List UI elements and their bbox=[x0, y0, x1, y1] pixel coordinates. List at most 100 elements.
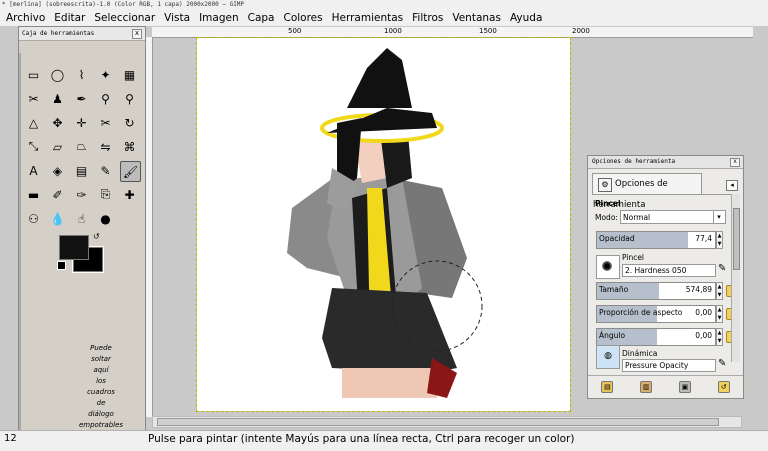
cage-icon[interactable]: ⌘ bbox=[120, 137, 139, 156]
foreground-select-icon[interactable]: ♟ bbox=[48, 89, 67, 108]
image-canvas[interactable] bbox=[196, 37, 571, 412]
aspect-ratio-slider[interactable]: Proporción de aspecto 0,00 bbox=[596, 305, 716, 323]
heal-icon[interactable]: ✚ bbox=[120, 185, 139, 204]
blend-icon[interactable]: ▤ bbox=[72, 161, 91, 180]
ink-icon[interactable]: ✑ bbox=[72, 185, 91, 204]
edit-dynamics-icon[interactable]: ✎ bbox=[718, 358, 726, 369]
smudge-icon[interactable]: ☝ bbox=[72, 209, 91, 228]
window-title: * [merlina] (sobreescrita)-1.0 (Color RG… bbox=[0, 0, 768, 9]
reset-colors-icon[interactable] bbox=[57, 261, 66, 270]
horizontal-ruler[interactable]: 500 1000 1500 2000 bbox=[152, 27, 753, 38]
opacity-stepper[interactable]: ▲ ▼ bbox=[716, 231, 723, 249]
scrollbar-thumb[interactable] bbox=[157, 418, 719, 426]
menu-colores[interactable]: Colores bbox=[277, 12, 325, 24]
chevron-down-icon[interactable]: ▾ bbox=[713, 211, 724, 223]
vertical-ruler[interactable] bbox=[146, 37, 153, 417]
airbrush-icon[interactable]: ✐ bbox=[48, 185, 67, 204]
toolbox-scrollbar[interactable] bbox=[19, 53, 21, 445]
eraser-icon[interactable]: ▬ bbox=[24, 185, 43, 204]
menu-imagen[interactable]: Imagen bbox=[193, 12, 242, 24]
menu-herramientas[interactable]: Herramientas bbox=[326, 12, 407, 24]
measure-icon[interactable]: △ bbox=[24, 113, 43, 132]
mode-select[interactable]: Normal ▾ bbox=[620, 210, 726, 224]
perspective-icon[interactable]: ⏢ bbox=[72, 137, 91, 156]
menu-capa[interactable]: Capa bbox=[242, 12, 278, 24]
perspective-clone-icon[interactable]: ⚇ bbox=[24, 209, 43, 228]
size-slider[interactable]: Tamaño 574,89 bbox=[596, 282, 716, 300]
reset-options-icon[interactable]: ↺ bbox=[717, 381, 730, 393]
scrollbar-thumb[interactable] bbox=[733, 208, 740, 270]
tool-options-tab-icon: ⚙ bbox=[598, 178, 612, 192]
shear-icon[interactable]: ▱ bbox=[48, 137, 67, 156]
paintbrush-icon[interactable]: 🖌 bbox=[120, 161, 141, 182]
rotate-icon[interactable]: ↻ bbox=[120, 113, 139, 132]
tab-menu-icon[interactable]: ◂ bbox=[726, 180, 738, 191]
dodge-burn-icon[interactable]: ● bbox=[96, 209, 115, 228]
brush-name-field[interactable]: 2. Hardness 050 bbox=[622, 264, 716, 277]
artwork-witch-illustration bbox=[287, 48, 483, 398]
drop-hint-line: los bbox=[96, 377, 106, 385]
text-icon[interactable]: A bbox=[24, 161, 43, 180]
delete-options-icon[interactable]: ▣ bbox=[678, 381, 691, 393]
mode-label: Modo: bbox=[595, 213, 618, 222]
close-icon[interactable]: x bbox=[730, 158, 740, 167]
align-icon[interactable]: ✛ bbox=[72, 113, 91, 132]
crop-icon[interactable]: ✂ bbox=[96, 113, 115, 132]
ellipse-select-icon[interactable]: ◯ bbox=[48, 65, 67, 84]
zoom-icon[interactable]: ⚲ bbox=[120, 89, 139, 108]
dynamics-icon[interactable]: ◍ bbox=[596, 345, 620, 369]
clone-icon[interactable]: ⎘ bbox=[96, 185, 115, 204]
zoom-level[interactable]: 12 bbox=[4, 433, 17, 444]
drop-hint-line: soltar bbox=[91, 355, 111, 363]
color-picker-icon[interactable]: ⚲ bbox=[96, 89, 115, 108]
edit-brush-icon[interactable]: ✎ bbox=[718, 263, 726, 274]
dynamics-field[interactable]: Pressure Opacity bbox=[622, 359, 716, 372]
color-area[interactable]: ↺ bbox=[57, 232, 107, 273]
select-by-color-icon[interactable]: ▦ bbox=[120, 65, 139, 84]
ruler-tick: 500 bbox=[288, 27, 302, 35]
flip-icon[interactable]: ⇋ bbox=[96, 137, 115, 156]
menu-filtros[interactable]: Filtros bbox=[406, 12, 446, 24]
horizontal-scrollbar[interactable] bbox=[152, 416, 742, 428]
size-stepper[interactable]: ▲ ▼ bbox=[716, 282, 723, 300]
pencil-icon[interactable]: ✎ bbox=[96, 161, 115, 180]
restore-options-icon[interactable]: ▥ bbox=[640, 381, 653, 393]
tool-options-footer: ▤ ▥ ▣ ↺ bbox=[588, 375, 743, 398]
tool-options-body: Pincel Modo: Normal ▾ Opacidad 77,4 ▲ ▼ P… bbox=[592, 194, 738, 372]
brush-preview[interactable] bbox=[596, 255, 620, 279]
move-icon[interactable]: ✥ bbox=[48, 113, 67, 132]
size-value: 574,89 bbox=[685, 285, 712, 294]
menu-archivo[interactable]: Archivo bbox=[0, 12, 48, 24]
tab-tool-options[interactable]: ⚙ Opciones de herramienta bbox=[592, 173, 702, 210]
menu-editar[interactable]: Editar bbox=[48, 12, 88, 24]
free-select-icon[interactable]: ⌇ bbox=[72, 65, 91, 84]
drop-hint-line: de bbox=[96, 399, 106, 407]
rect-select-icon[interactable]: ▭ bbox=[24, 65, 43, 84]
angle-slider[interactable]: Ángulo 0,00 bbox=[596, 328, 716, 346]
menu-ventanas[interactable]: Ventanas bbox=[446, 12, 504, 24]
aspect-stepper[interactable]: ▲ ▼ bbox=[716, 305, 723, 323]
foreground-color-swatch[interactable] bbox=[59, 235, 89, 260]
angle-stepper[interactable]: ▲ ▼ bbox=[716, 328, 723, 346]
opacity-label: Opacidad bbox=[599, 234, 635, 243]
menu-ayuda[interactable]: Ayuda bbox=[504, 12, 545, 24]
opacity-value: 77,4 bbox=[695, 234, 712, 243]
menu-vista[interactable]: Vista bbox=[158, 12, 193, 24]
swap-colors-icon[interactable]: ↺ bbox=[93, 232, 100, 241]
dynamics-label: Dinámica bbox=[622, 349, 658, 358]
tool-options-scrollbar[interactable] bbox=[731, 194, 740, 362]
drop-hint-line: cuadros bbox=[87, 388, 115, 396]
paths-icon[interactable]: ✒ bbox=[72, 89, 91, 108]
scissors-select-icon[interactable]: ✂ bbox=[24, 89, 43, 108]
fuzzy-select-icon[interactable]: ✦ bbox=[96, 65, 115, 84]
drop-hint-line: Puede bbox=[90, 344, 112, 352]
scale-icon[interactable]: ⤡ bbox=[24, 137, 43, 156]
blur-icon[interactable]: 💧 bbox=[48, 209, 67, 228]
bucket-fill-icon[interactable]: ◈ bbox=[48, 161, 67, 180]
opacity-slider[interactable]: Opacidad 77,4 bbox=[596, 231, 716, 249]
size-label: Tamaño bbox=[599, 285, 629, 294]
close-icon[interactable]: x bbox=[132, 29, 142, 39]
drop-hint-line: diálogo bbox=[88, 410, 114, 418]
save-options-icon[interactable]: ▤ bbox=[601, 381, 614, 393]
menu-seleccionar[interactable]: Seleccionar bbox=[88, 12, 158, 24]
